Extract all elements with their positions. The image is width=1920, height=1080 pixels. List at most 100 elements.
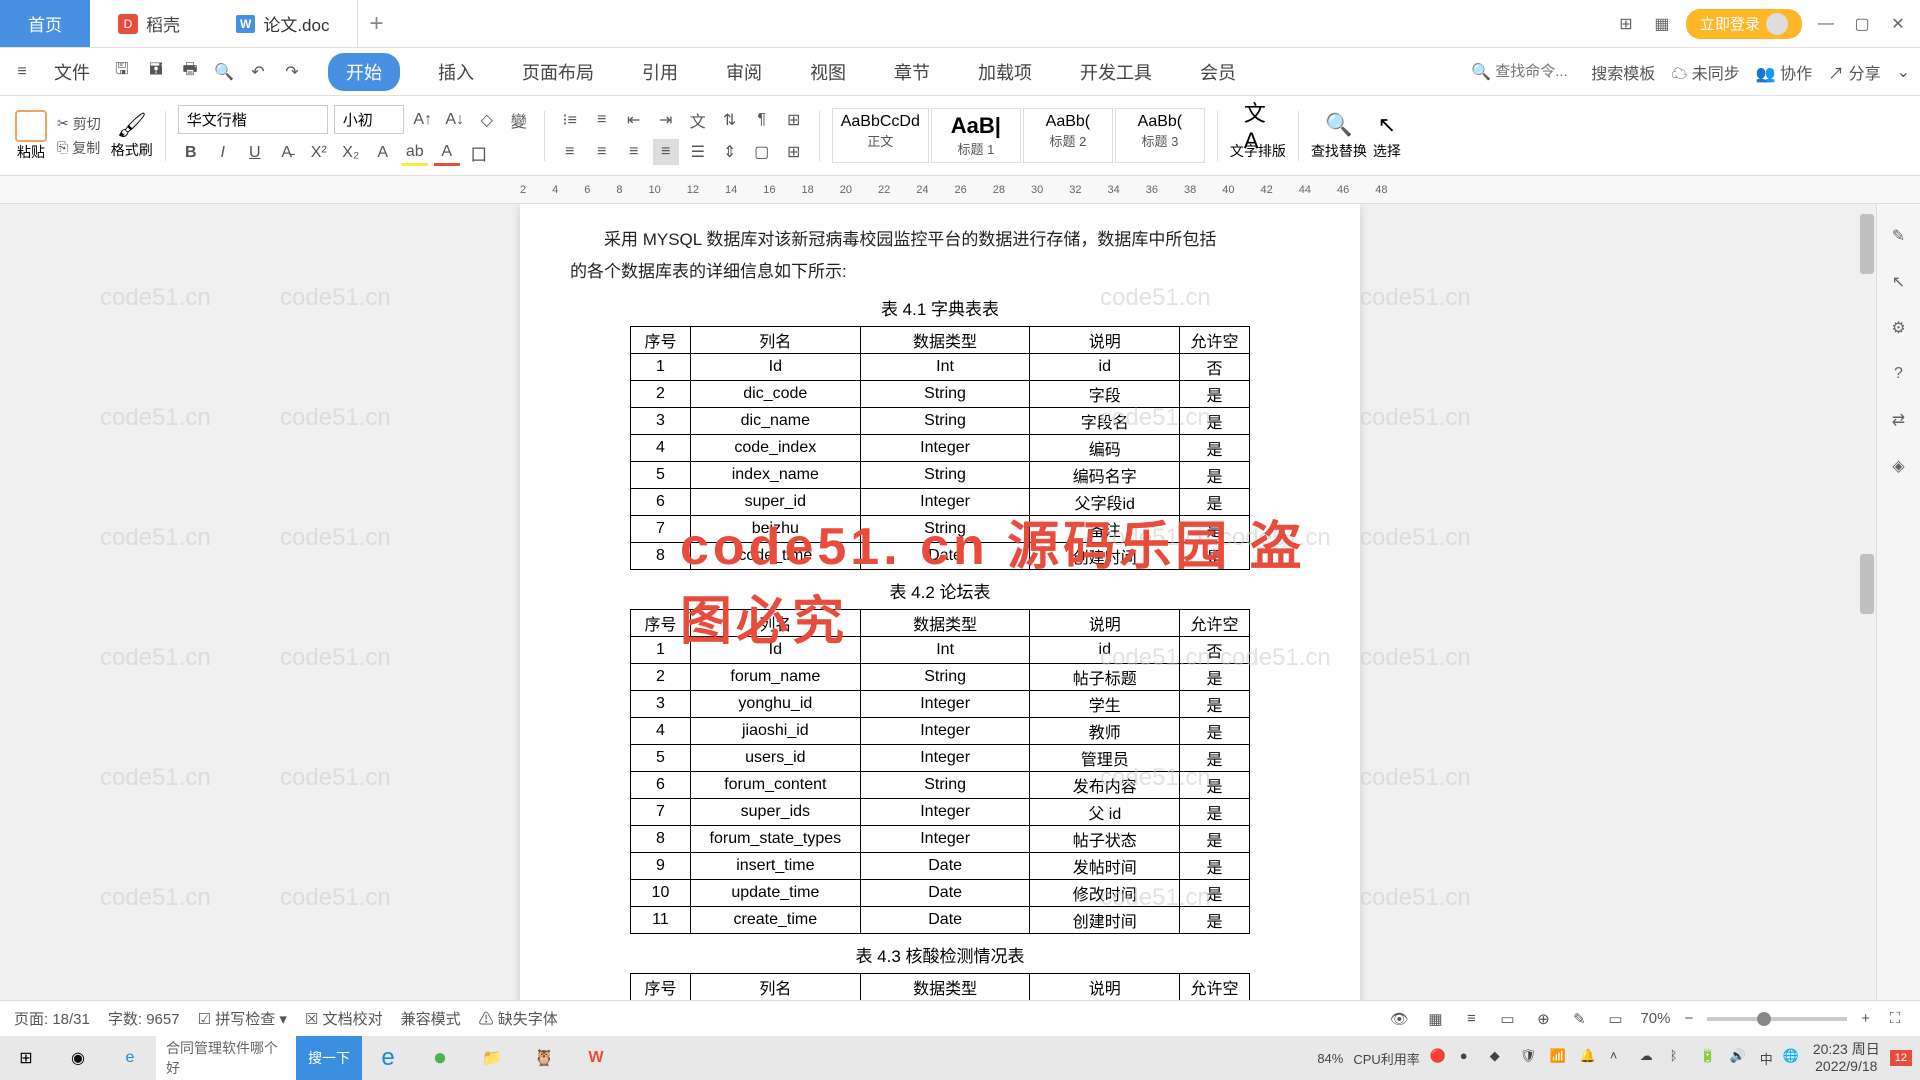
undo-icon[interactable]: ↶ (246, 60, 270, 84)
char-border-button[interactable]: 囗 (466, 140, 492, 166)
italic-button[interactable]: I (210, 140, 236, 166)
font-shrink-button[interactable]: A↓ (442, 107, 468, 133)
minimize-button[interactable]: — (1814, 12, 1838, 36)
show-marks-button[interactable]: ¶ (749, 107, 775, 133)
taskbar-clock[interactable]: 20:23 周日 2022/9/18 (1813, 1041, 1880, 1075)
tray-bell-icon[interactable]: 🔔 (1580, 1048, 1600, 1068)
tray-speaker-icon[interactable]: 🔊 (1730, 1048, 1750, 1068)
vertical-scrollbar[interactable] (1858, 204, 1876, 1028)
page-indicator[interactable]: 页面: 18/31 (14, 1008, 90, 1029)
diamond-tool-icon[interactable]: ◈ (1887, 454, 1911, 478)
indent-inc-button[interactable]: ⇥ (653, 107, 679, 133)
missing-font[interactable]: ⚠ 缺失字体 (479, 1008, 558, 1029)
subscript-button[interactable]: X₂ (338, 140, 364, 166)
bullets-button[interactable]: ⁝≡ (557, 107, 583, 133)
fullscreen-icon[interactable]: ⛶ (1884, 1008, 1906, 1030)
style-2[interactable]: AaBb(标题 2 (1023, 108, 1113, 163)
align-left-button[interactable]: ≡ (557, 139, 583, 165)
document-page[interactable]: 采用 MYSQL 数据库对该新冠病毒校园监控平台的数据进行存储，数据库中所包括 … (520, 204, 1360, 1028)
layout-icon[interactable]: ⊞ (1614, 12, 1638, 36)
zoom-out-button[interactable]: − (1684, 1010, 1693, 1027)
borders-button[interactable]: ⊞ (781, 139, 807, 165)
select-button[interactable]: ↖ 选择 (1373, 111, 1401, 161)
tabs-button[interactable]: ⊞ (781, 107, 807, 133)
doc-check[interactable]: ☒ 文档校对 (305, 1008, 383, 1029)
tab-add-button[interactable]: + (358, 10, 394, 38)
command-search[interactable]: 🔍 (1471, 62, 1575, 82)
tray-shield-icon[interactable]: 🛡 (1520, 1048, 1540, 1068)
save-icon[interactable]: 🖫 (110, 60, 134, 84)
hamburger-icon[interactable]: ≡ (10, 60, 34, 84)
text-effects-button[interactable]: A (370, 140, 396, 166)
tray-onedrive-icon[interactable]: ☁ (1640, 1048, 1660, 1068)
bold-button[interactable]: B (178, 140, 204, 166)
translate-tool-icon[interactable]: ⇄ (1887, 408, 1911, 432)
pen-tool-icon[interactable]: ✎ (1887, 224, 1911, 248)
view-web-icon[interactable]: ▭ (1496, 1008, 1518, 1030)
scroll-thumb[interactable] (1860, 214, 1874, 274)
help-tool-icon[interactable]: ? (1887, 362, 1911, 386)
command-search-input[interactable] (1495, 63, 1575, 80)
paste-button[interactable]: 粘贴 (15, 110, 47, 162)
font-size-select[interactable]: 小初 (334, 105, 404, 134)
ie-icon[interactable]: e (104, 1036, 156, 1080)
tray-icon-3[interactable]: ◆ (1490, 1048, 1510, 1068)
highlight-button[interactable]: ab (402, 140, 428, 166)
indent-dec-button[interactable]: ⇤ (621, 107, 647, 133)
tab-home[interactable]: 首页 (0, 0, 90, 47)
print-icon[interactable]: 🖶 (178, 60, 202, 84)
print-preview-icon[interactable]: 🔍 (212, 60, 236, 84)
menu-5[interactable]: 视图 (800, 53, 856, 91)
style-0[interactable]: AaBbCcDd正文 (832, 108, 929, 163)
app-owl-icon[interactable]: 🦉 (518, 1036, 570, 1080)
zoom-slider[interactable] (1707, 1017, 1847, 1021)
align-right-button[interactable]: ≡ (621, 139, 647, 165)
view-page-icon[interactable]: ▦ (1424, 1008, 1446, 1030)
menu-3[interactable]: 引用 (632, 53, 688, 91)
tray-battery-icon[interactable]: 🔋 (1700, 1048, 1720, 1068)
sync-status[interactable]: ☁ 未同步 (1671, 60, 1739, 84)
style-1[interactable]: AaB|标题 1 (931, 108, 1021, 163)
tray-wifi-icon[interactable]: 📶 (1550, 1048, 1570, 1068)
share-link[interactable]: ↗ 分享 (1828, 60, 1880, 84)
word-count[interactable]: 字数: 9657 (108, 1008, 180, 1029)
find-replace-button[interactable]: 🔍 查找替换 (1311, 111, 1367, 161)
cut-button[interactable]: ✂ 剪切 (57, 114, 101, 134)
collab-link[interactable]: 👥 协作 (1756, 60, 1812, 84)
superscript-button[interactable]: X² (306, 140, 332, 166)
menu-7[interactable]: 加载项 (968, 53, 1042, 91)
ie-app-icon[interactable]: e (362, 1036, 414, 1080)
action-center-icon[interactable]: 12 (1890, 1050, 1912, 1066)
maximize-button[interactable]: ▢ (1850, 12, 1874, 36)
tray-icon-1[interactable]: 🔴 (1430, 1048, 1450, 1068)
font-name-select[interactable]: 华文行楷 (178, 105, 328, 134)
taskbar-search-button[interactable]: 搜一下 (296, 1036, 362, 1080)
font-color-button[interactable]: A (434, 140, 460, 166)
distribute-button[interactable]: ☰ (685, 139, 711, 165)
tray-icon-2[interactable]: ● (1460, 1048, 1480, 1068)
text-layout-button[interactable]: 文A 文字排版 (1230, 111, 1286, 161)
view-read-icon[interactable]: ⊕ (1532, 1008, 1554, 1030)
menu-8[interactable]: 开发工具 (1070, 53, 1162, 91)
numbering-button[interactable]: ≡ (589, 107, 615, 133)
asian-layout-button[interactable]: 文 (685, 107, 711, 133)
close-button[interactable]: ✕ (1886, 12, 1910, 36)
shading-button[interactable]: ▢ (749, 139, 775, 165)
settings-tool-icon[interactable]: ⚙ (1887, 316, 1911, 340)
tray-bluetooth-icon[interactable]: ᛒ (1670, 1048, 1690, 1068)
app-green-icon[interactable]: ● (414, 1036, 466, 1080)
underline-button[interactable]: U (242, 140, 268, 166)
eye-icon[interactable]: 👁 (1388, 1008, 1410, 1030)
menu-9[interactable]: 会员 (1190, 53, 1246, 91)
spell-check[interactable]: ☑ 拼写检查 ▾ (198, 1008, 287, 1029)
phonetic-button[interactable]: 變 (506, 107, 532, 133)
style-3[interactable]: AaBb(标题 3 (1115, 108, 1205, 163)
line-spacing-button[interactable]: ⇕ (717, 139, 743, 165)
start-button[interactable]: ⊞ (0, 1036, 52, 1080)
explorer-icon[interactable]: 📁 (466, 1036, 518, 1080)
zoom-in-button[interactable]: + (1861, 1010, 1870, 1027)
menu-chevron-icon[interactable]: ⌄ (1897, 62, 1910, 82)
clear-format-button[interactable]: ◇ (474, 107, 500, 133)
font-grow-button[interactable]: A↑ (410, 107, 436, 133)
menu-1[interactable]: 插入 (428, 53, 484, 91)
